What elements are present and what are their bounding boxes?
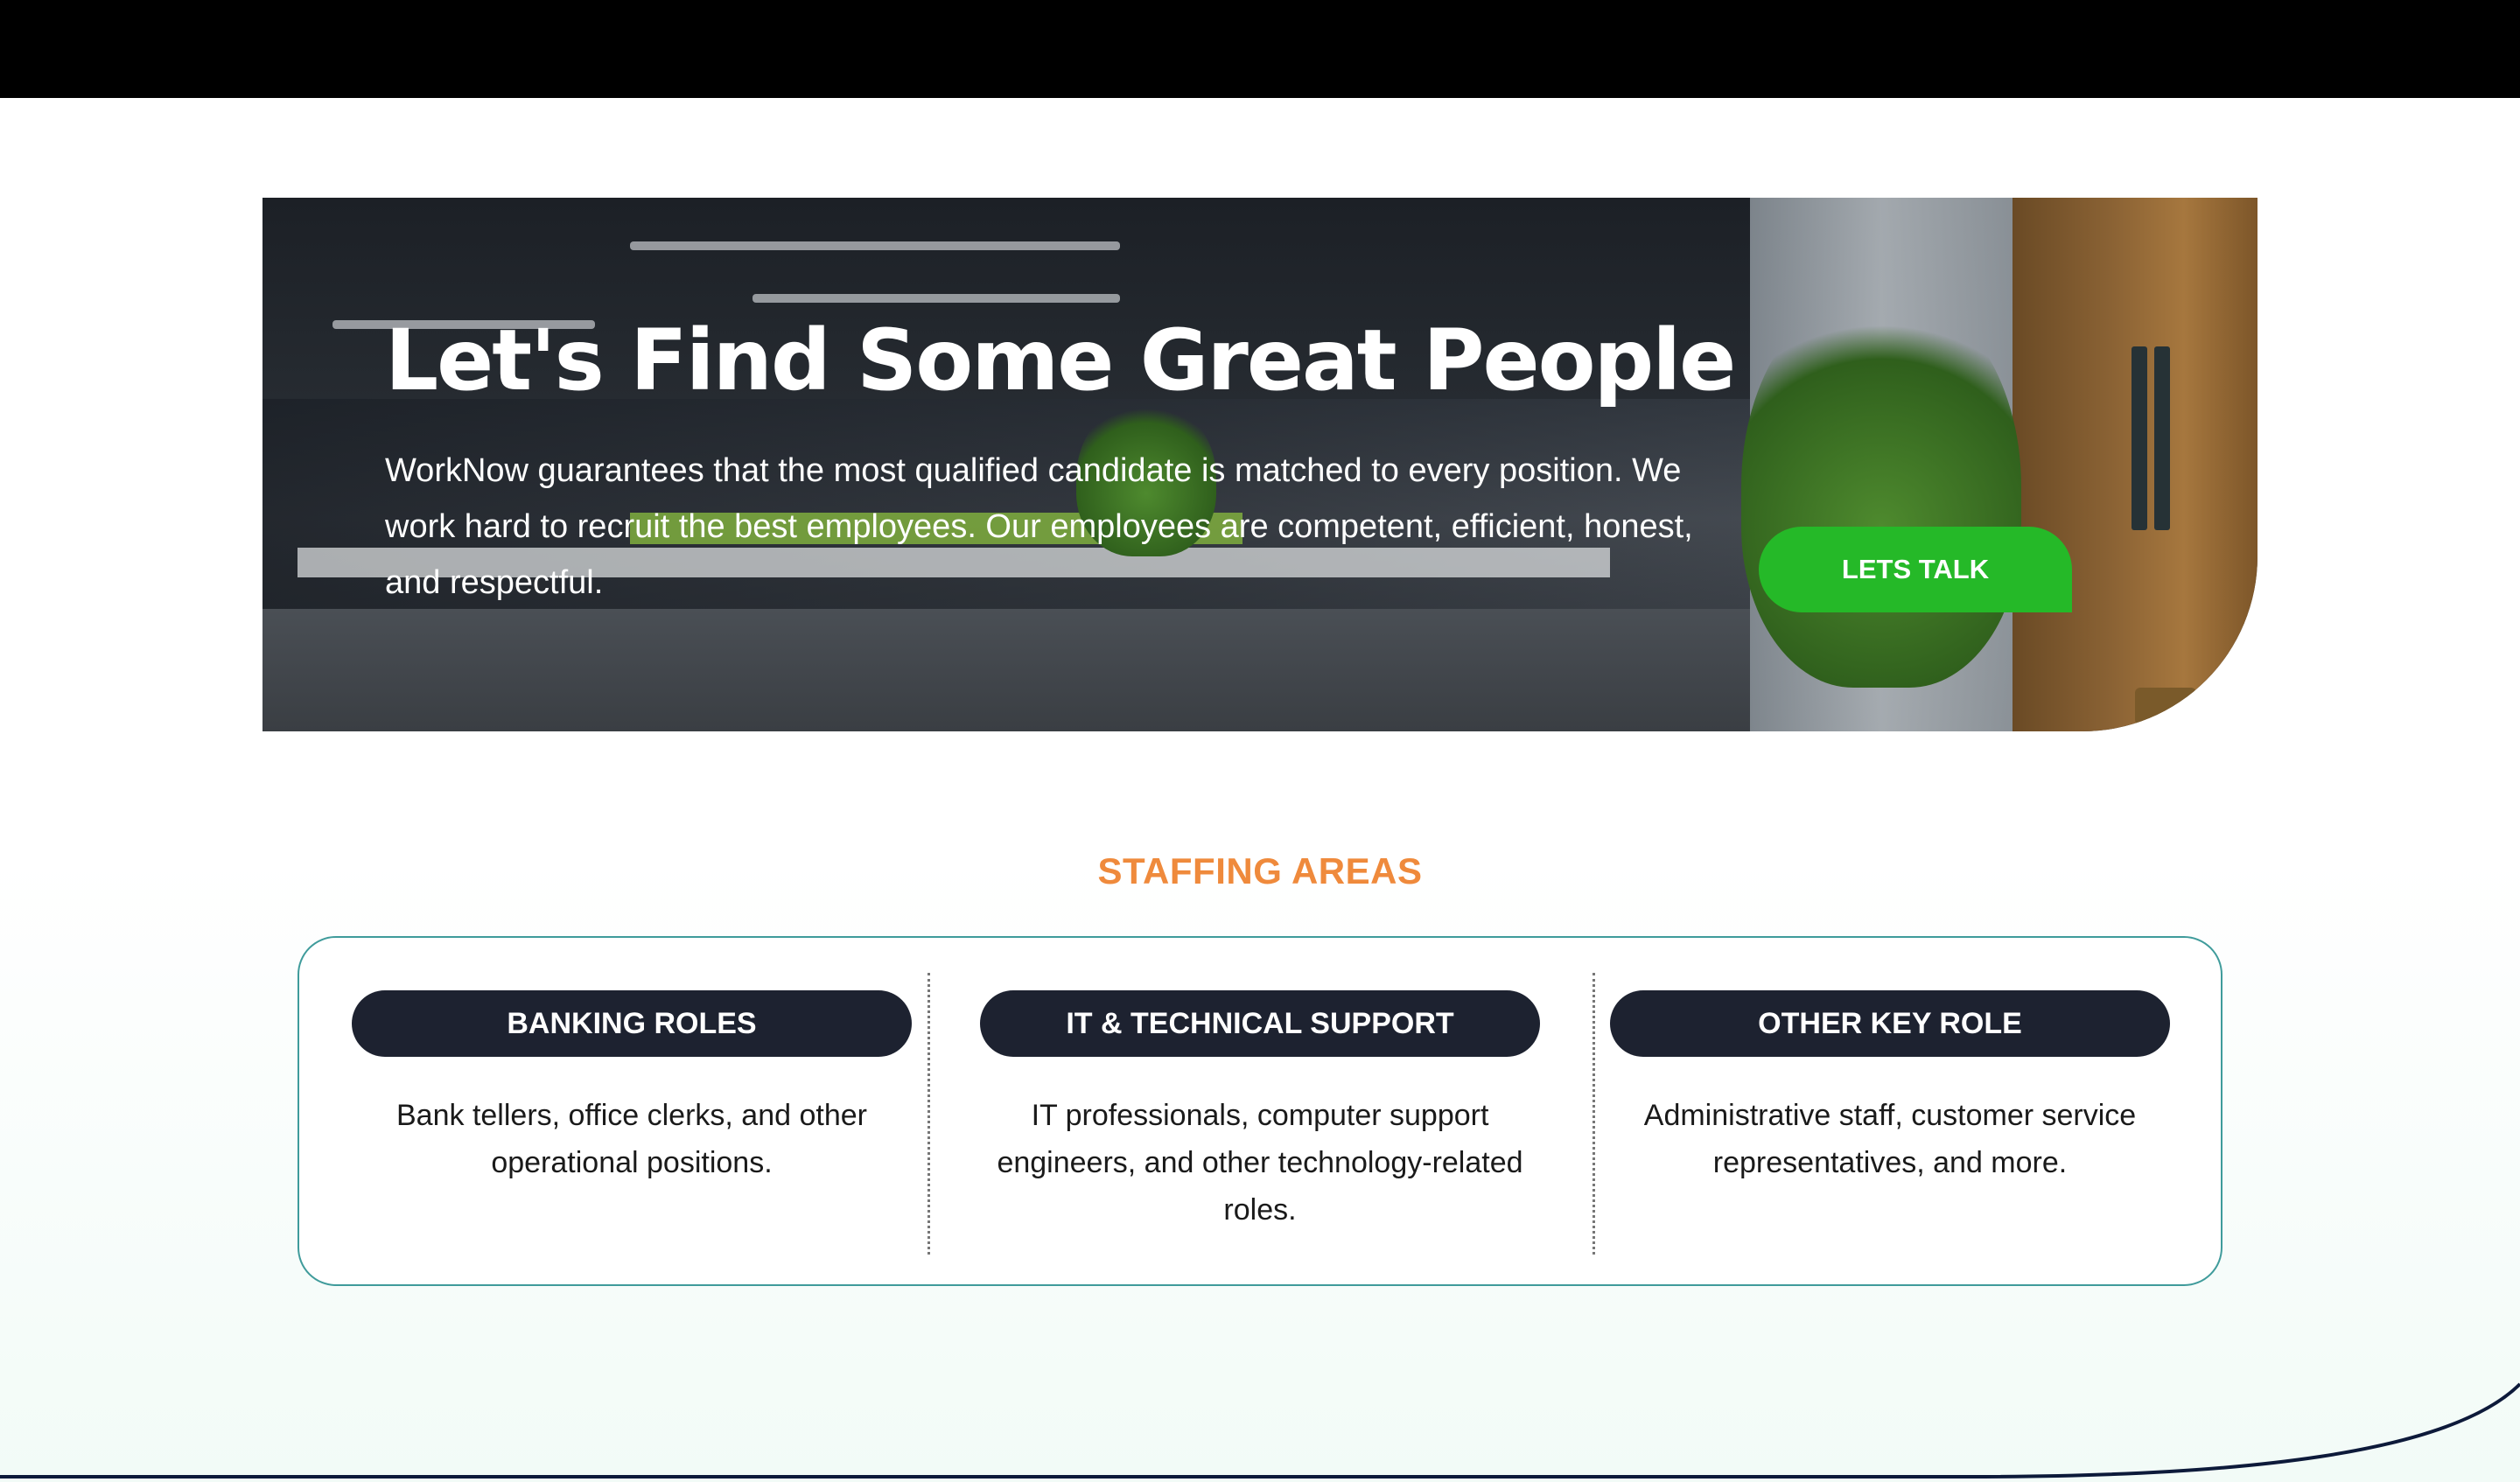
bottom-wave-decoration	[0, 1382, 2520, 1479]
hero-description: WorkNow guarantees that the most qualifi…	[385, 452, 1693, 601]
staffing-areas-title: STAFFING AREAS	[1097, 850, 1423, 891]
hero-background-floor	[262, 609, 1750, 731]
plant-pot	[2135, 688, 2196, 731]
lets-talk-button[interactable]: LETS TALK	[1759, 527, 2072, 612]
area-description: IT professionals, computer support engin…	[997, 1099, 1523, 1227]
area-label-banking-roles: BANKING ROLES	[352, 990, 912, 1057]
staffing-areas-card: BANKING ROLES Bank tellers, office clerk…	[298, 936, 2222, 1286]
plant	[1741, 285, 2021, 688]
area-label-other-key-role: OTHER KEY ROLE	[1610, 990, 2170, 1057]
wave-line	[0, 1382, 2520, 1479]
ceiling-light	[752, 294, 1120, 303]
area-label-it-technical-support: IT & TECHNICAL SUPPORT	[980, 990, 1540, 1057]
area-description: Bank tellers, office clerks, and other o…	[396, 1099, 867, 1179]
area-banking-roles: BANKING ROLES Bank tellers, office clerk…	[352, 990, 912, 1186]
top-black-bar	[0, 0, 2520, 98]
area-description: Administrative staff, customer service r…	[1643, 1099, 2137, 1179]
door-handle	[2154, 346, 2170, 530]
page-content: Let's Find Some Great People WorkNow gua…	[0, 98, 2520, 1482]
ceiling-light	[630, 241, 1120, 250]
area-other-key-role: OTHER KEY ROLE Administrative staff, cus…	[1610, 990, 2170, 1186]
hero-title: Let's Find Some Great People	[385, 311, 1736, 409]
area-it-technical-support: IT & TECHNICAL SUPPORT IT professionals,…	[980, 990, 1540, 1234]
hero-banner: Let's Find Some Great People WorkNow gua…	[262, 198, 2258, 731]
column-divider	[1592, 973, 1595, 1255]
door-handle	[2132, 346, 2147, 530]
column-divider	[928, 973, 930, 1255]
